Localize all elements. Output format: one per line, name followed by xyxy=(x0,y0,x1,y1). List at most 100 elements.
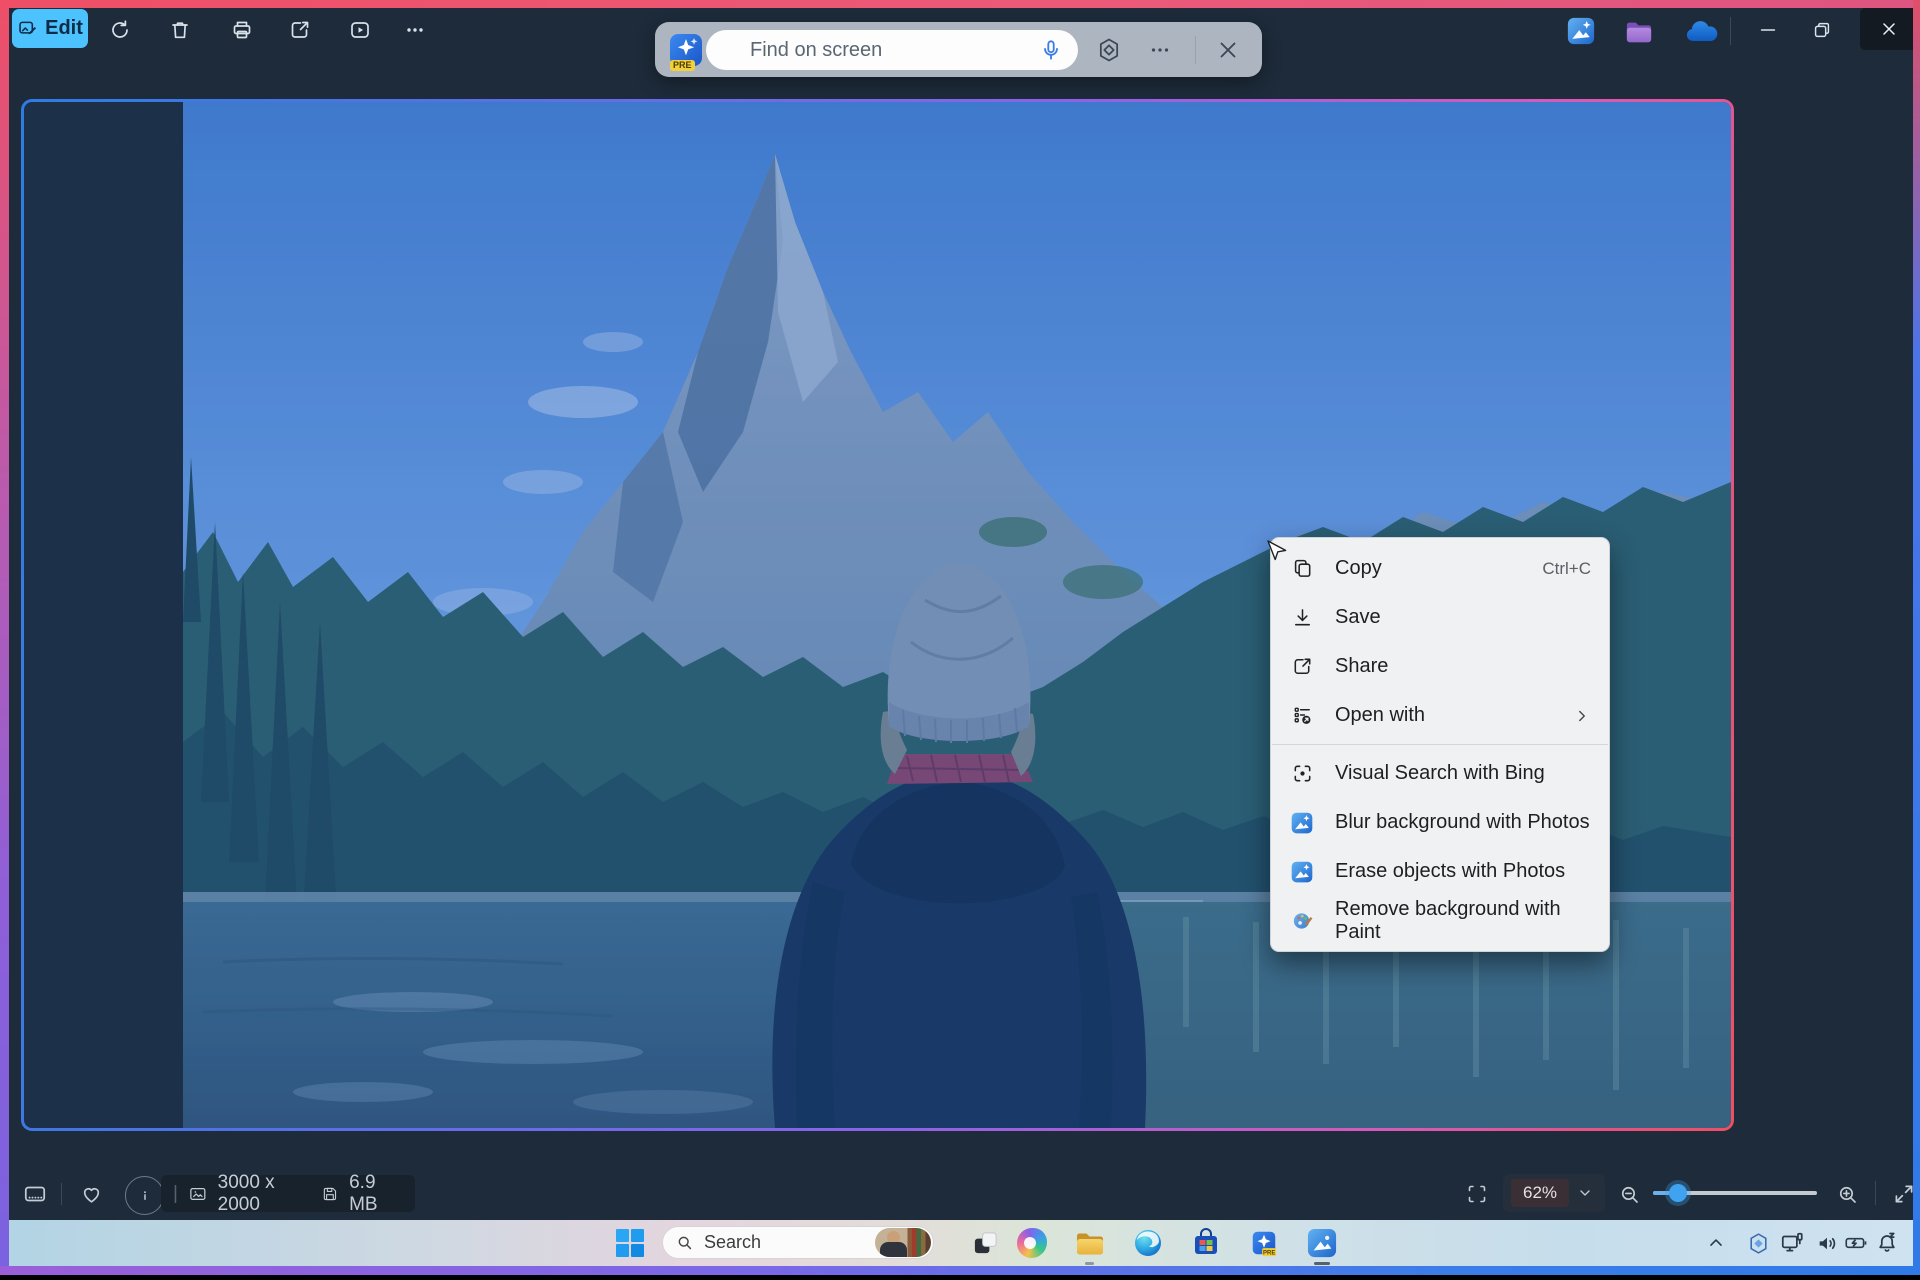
trash-icon xyxy=(172,22,188,39)
studio-effects-button[interactable] xyxy=(1743,1228,1773,1258)
favorite-button[interactable] xyxy=(75,1180,107,1208)
menu-item-visual-search-bing[interactable]: Visual Search with Bing xyxy=(1271,749,1609,798)
print-button[interactable] xyxy=(225,13,259,47)
titlebar-divider xyxy=(1730,17,1731,45)
copilot-button[interactable] xyxy=(1016,1227,1048,1259)
close-icon xyxy=(1883,23,1895,35)
fit-to-window-icon xyxy=(1468,1185,1486,1203)
hidden-icons-button[interactable] xyxy=(1701,1229,1731,1257)
zoom-out-icon xyxy=(1621,1186,1638,1203)
menu-item-remove-background-paint[interactable]: Remove background with Paint xyxy=(1271,896,1609,945)
zoom-slider[interactable] xyxy=(1653,1184,1817,1202)
restore-button[interactable] xyxy=(1806,14,1838,46)
display-connect-button[interactable] xyxy=(1777,1228,1807,1258)
menu-item-save[interactable]: Save xyxy=(1271,593,1609,642)
more-icon xyxy=(407,28,423,32)
find-more-icon[interactable] xyxy=(1147,37,1173,63)
onedrive-button[interactable] xyxy=(1682,19,1720,45)
save-download-icon xyxy=(1289,606,1315,629)
edge-icon xyxy=(1135,1230,1161,1256)
store-icon xyxy=(1195,1228,1217,1254)
filmstrip-icon xyxy=(24,1186,46,1202)
status-bar: | 3000 x 2000 6.9 MB 62% xyxy=(9,1160,1913,1220)
delete-button[interactable] xyxy=(163,13,197,47)
find-on-screen-input[interactable] xyxy=(706,30,1078,70)
edit-button-label: Edit xyxy=(45,17,83,39)
menu-item-label: Erase objects with Photos xyxy=(1335,860,1566,882)
zoom-slider-thumb[interactable] xyxy=(1669,1184,1687,1202)
running-indicator-active xyxy=(1314,1262,1330,1265)
chevron-down-icon[interactable] xyxy=(1577,1185,1593,1201)
fit-to-window-button[interactable] xyxy=(1461,1180,1493,1208)
menu-item-share[interactable]: Share xyxy=(1271,642,1609,691)
minimize-button[interactable] xyxy=(1752,14,1784,46)
image-dimensions: 3000 x 2000 xyxy=(217,1171,275,1215)
capture-frame-right xyxy=(1913,0,1920,1275)
bell-dnd-icon xyxy=(1879,1232,1895,1252)
store-button[interactable] xyxy=(1190,1227,1222,1259)
find-close-icon[interactable] xyxy=(1215,37,1241,63)
battery-button[interactable] xyxy=(1841,1228,1871,1258)
edge-button[interactable] xyxy=(1132,1227,1164,1259)
rotate-button[interactable] xyxy=(103,13,137,47)
paint-app-icon xyxy=(1289,909,1315,932)
menu-item-label: Remove background with Paint xyxy=(1335,897,1561,943)
menu-item-blur-background[interactable]: Blur background with Photos xyxy=(1271,798,1609,847)
menu-item-label: Open with xyxy=(1335,704,1426,726)
lens-settings-icon[interactable] xyxy=(1095,36,1123,64)
gallery-folder-button[interactable] xyxy=(1624,16,1654,46)
photos-taskbar-button[interactable] xyxy=(1306,1227,1338,1259)
edit-button[interactable]: Edit xyxy=(12,9,88,48)
find-on-screen-bar: PRE xyxy=(655,22,1262,77)
info-button[interactable] xyxy=(125,1176,164,1215)
zoom-level-control[interactable]: 62% xyxy=(1503,1174,1605,1212)
menu-item-copy[interactable]: Copy Ctrl+C xyxy=(1271,544,1609,593)
microphone-icon[interactable] xyxy=(1038,37,1064,63)
file-info-pill: | 3000 x 2000 6.9 MB xyxy=(161,1172,415,1215)
edit-image-icon xyxy=(17,18,38,39)
file-size: 6.9 MB xyxy=(349,1171,378,1215)
visual-search-preview-button[interactable]: PRE xyxy=(1248,1227,1280,1259)
submenu-chevron-icon xyxy=(1573,707,1591,725)
taskbar-search-input[interactable] xyxy=(702,1231,836,1254)
context-menu: Copy Ctrl+C Save Share Open with Visual … xyxy=(1270,537,1610,952)
task-view-icon xyxy=(974,1231,997,1253)
menu-item-label: Blur background with Photos xyxy=(1335,811,1590,833)
menu-item-open-with[interactable]: Open with xyxy=(1271,691,1609,740)
copy-icon xyxy=(1289,557,1315,580)
close-button[interactable] xyxy=(1860,8,1918,50)
zoom-out-button[interactable] xyxy=(1613,1180,1645,1208)
volume-icon xyxy=(1819,1237,1835,1249)
share-icon xyxy=(291,21,309,38)
pre-badge: PRE xyxy=(670,60,695,71)
capture-frame-top xyxy=(0,0,1920,8)
zoom-in-button[interactable] xyxy=(1831,1180,1863,1208)
menu-item-label: Save xyxy=(1335,606,1381,628)
photos-ai-button[interactable] xyxy=(1566,16,1596,46)
zoom-percentage[interactable]: 62% xyxy=(1511,1179,1569,1207)
volume-button[interactable] xyxy=(1812,1228,1842,1258)
image-size-icon xyxy=(190,1187,206,1200)
capture-frame-bottom xyxy=(0,1266,1920,1275)
taskbar-search-box[interactable] xyxy=(662,1226,934,1259)
pill-divider: | xyxy=(173,1182,178,1204)
fullscreen-button[interactable] xyxy=(1887,1179,1920,1209)
notifications-button[interactable] xyxy=(1871,1228,1903,1258)
search-highlight-image[interactable] xyxy=(875,1228,931,1257)
start-button[interactable] xyxy=(614,1228,646,1258)
slideshow-button[interactable] xyxy=(343,13,377,47)
zoom-in-icon xyxy=(1839,1186,1856,1203)
file-size-icon xyxy=(324,1187,337,1200)
menu-item-erase-objects[interactable]: Erase objects with Photos xyxy=(1271,847,1609,896)
info-icon xyxy=(143,1190,146,1200)
file-explorer-icon xyxy=(1077,1233,1103,1255)
more-options-button[interactable] xyxy=(398,13,432,47)
filmstrip-toggle[interactable] xyxy=(19,1180,51,1208)
statusbar-divider xyxy=(1875,1181,1876,1205)
photos-icon xyxy=(1307,1228,1337,1258)
share-button[interactable] xyxy=(283,13,317,47)
menu-shortcut: Ctrl+C xyxy=(1542,558,1591,578)
file-explorer-button[interactable] xyxy=(1074,1228,1106,1258)
task-view-button[interactable] xyxy=(969,1228,1001,1258)
rotate-icon xyxy=(112,20,128,38)
